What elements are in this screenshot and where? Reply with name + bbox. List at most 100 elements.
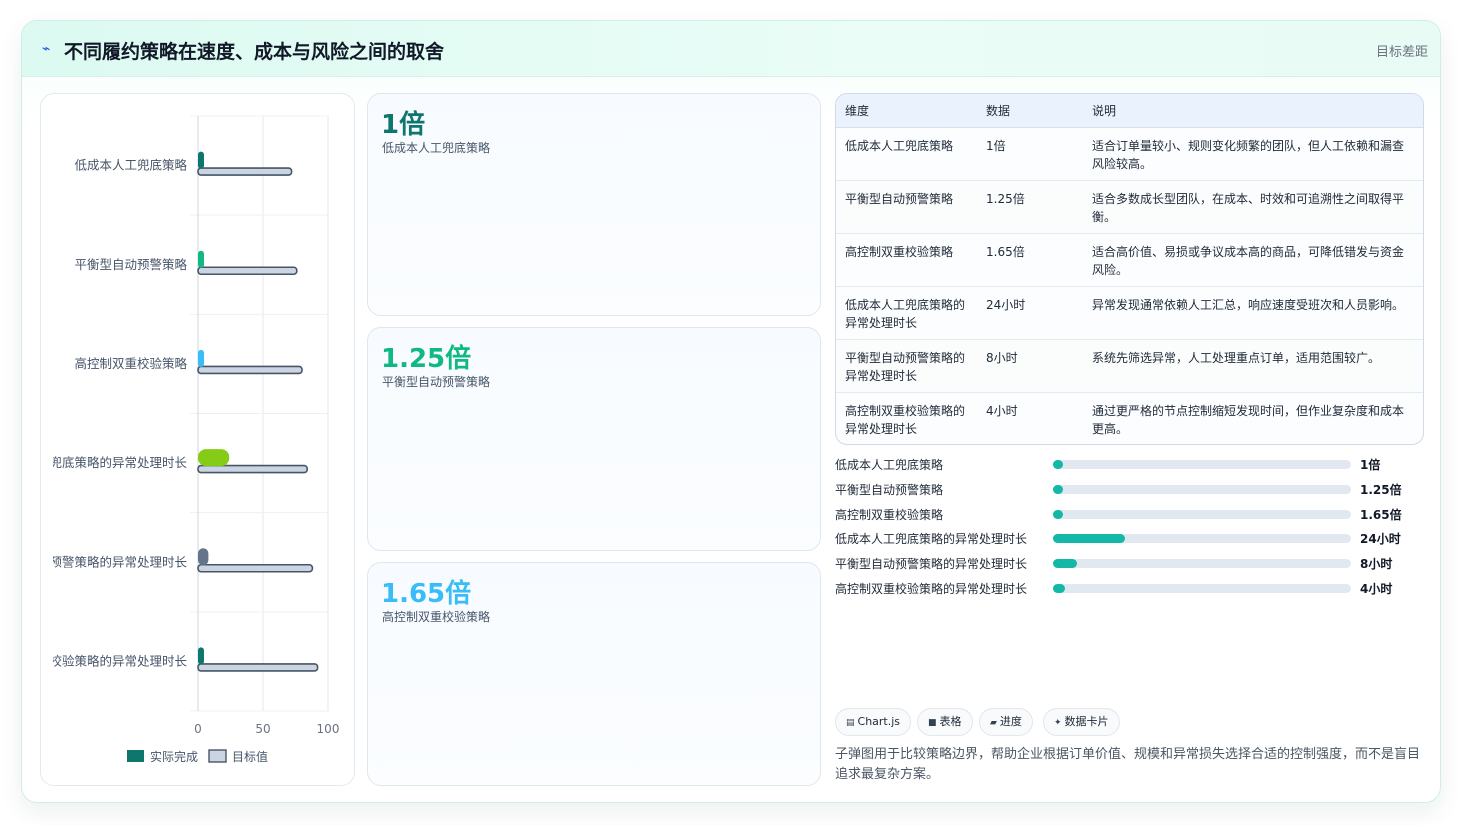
progress-label: 低成本人工兜底策略的异常处理时长 <box>835 532 1028 547</box>
table-cell: 平衡型自动预警策略 <box>836 180 977 234</box>
bullet-chart-panel: 低成本人工兜底策略平衡型自动预警策略高控制双重校验策略低成本人工兜底策略的异常处… <box>40 93 355 786</box>
actual-bar <box>198 647 204 665</box>
progress-value: 1倍 <box>1360 458 1381 472</box>
data-table: 维度 数据 说明 低成本人工兜底策略 1倍 适合订单量较小、规则变化频繁的团队，… <box>835 93 1424 445</box>
table-header-row: 维度 数据 说明 <box>836 94 1423 128</box>
target-bar <box>197 563 314 573</box>
progress-track <box>1053 460 1351 469</box>
progress-value: 24小时 <box>1360 532 1401 547</box>
progress-fill <box>1053 534 1125 544</box>
table-cell: 低成本人工兜底策略 <box>836 127 977 181</box>
table-cell: 低成本人工兜底策略的异常处理时长 <box>836 286 977 340</box>
progress-track <box>1053 559 1351 569</box>
kpi-value: 1.25倍 <box>381 344 472 374</box>
progress-track <box>1053 534 1351 544</box>
actual-bar <box>198 449 230 467</box>
progress-label: 平衡型自动预警策略的异常处理时长 <box>835 557 1028 572</box>
column-header: 维度 <box>836 94 977 128</box>
progress-value: 4小时 <box>1360 581 1393 596</box>
table-row: 低成本人工兜底策略 1倍 适合订单量较小、规则变化频繁的团队，但人工依赖和漏查风… <box>836 127 1423 181</box>
bullet-chart: 低成本人工兜底策略平衡型自动预警策略高控制双重校验策略低成本人工兜底策略的异常处… <box>41 115 340 764</box>
chip-data-card[interactable]: ✦ 数据卡片 <box>1043 708 1120 736</box>
legend-label-target: 目标值 <box>232 749 268 764</box>
target-bar <box>197 365 303 375</box>
column-header: 说明 <box>1083 94 1423 128</box>
category-label: 平衡型自动预警策略的异常处理时长 <box>41 554 187 569</box>
progress-value: 8小时 <box>1360 557 1393 572</box>
chart-icon: ▤ <box>846 718 855 728</box>
sparkle-icon: ✦ <box>1054 718 1062 728</box>
progress-label: 平衡型自动预警策略 <box>835 482 944 497</box>
progress-label: 高控制双重校验策略 <box>835 507 944 522</box>
category-label: 高控制双重校验策略 <box>74 356 187 371</box>
kpi-card-low-cost: 1倍 低成本人工兜底策略 <box>367 93 821 316</box>
progress-row: 平衡型自动预警策略 1.25倍 <box>835 480 1424 505</box>
table-icon: ■ <box>928 718 937 728</box>
category-label: 低成本人工兜底策略 <box>74 158 187 173</box>
table-cell: 1倍 <box>977 127 1083 181</box>
category-label: 高控制双重校验策略的异常处理时长 <box>41 653 187 668</box>
progress-row: 平衡型自动预警策略的异常处理时长 8小时 <box>835 554 1424 579</box>
target-bar <box>197 266 298 276</box>
chip-table[interactable]: ■ 表格 <box>917 708 973 736</box>
table-row: 平衡型自动预警策略 1.25倍 适合多数成长型团队，在成本、时效和可追溯性之间取… <box>836 180 1423 234</box>
target-bar <box>197 167 293 176</box>
chip-progress[interactable]: ▰ 进度 <box>979 708 1033 736</box>
progress-fill <box>1053 583 1065 593</box>
progress-track <box>1053 484 1351 494</box>
progress-icon: ▰ <box>990 718 997 728</box>
progress-row: 低成本人工兜底策略 1倍 <box>835 455 1424 480</box>
kpi-value: 1倍 <box>381 110 426 140</box>
progress-value: 1.65倍 <box>1360 507 1402 522</box>
progress-value: 1.25倍 <box>1360 482 1402 497</box>
chip-chartjs[interactable]: ▤ Chart.js <box>835 708 912 736</box>
kpi-card-high-control: 1.65倍 高控制双重校验策略 <box>367 562 821 786</box>
table-cell: 适合高价值、易损或争议成本高的商品，可降低错发与资金风险。 <box>1083 233 1423 287</box>
main-card: ⌁ 不同履约策略在速度、成本与风险之间的取舍 目标差距 低成本人工兜底策略 平衡型… <box>21 20 1441 803</box>
table-cell: 1.25倍 <box>977 180 1083 234</box>
progress-track <box>1053 509 1351 519</box>
chart-line-icon: ⌁ <box>42 41 51 57</box>
table-cell: 24小时 <box>977 286 1083 340</box>
table-cell: 8小时 <box>977 339 1083 393</box>
legend-label-actual: 实际完成 <box>150 749 198 764</box>
progress-fill <box>1053 460 1063 469</box>
table-row: 高控制双重校验策略 1.65倍 适合高价值、易损或争议成本高的商品，可降低错发与… <box>836 233 1423 287</box>
x-tick-label: 100 <box>317 722 340 736</box>
table-cell: 高控制双重校验策略 <box>836 233 977 287</box>
page-title: 不同履约策略在速度、成本与风险之间的取舍 <box>64 41 445 63</box>
x-tick-label: 50 <box>255 722 270 736</box>
progress-track <box>1053 583 1351 593</box>
x-tick-label: 0 <box>194 722 202 736</box>
actual-bar <box>198 548 209 566</box>
table-cell: 高控制双重校验策略的异常处理时长 <box>845 403 966 436</box>
target-bar <box>197 464 308 474</box>
kpi-label: 低成本人工兜底策略 <box>382 141 491 155</box>
legend-swatch-actual <box>127 750 144 762</box>
table-row: 低成本人工兜底策略的异常处理时长 24小时 异常发现通常依赖人工汇总，响应速度受… <box>836 286 1423 340</box>
progress-row: 低成本人工兜底策略的异常处理时长 24小时 <box>835 529 1424 554</box>
table-cell: 1.65倍 <box>977 233 1083 287</box>
category-label: 低成本人工兜底策略的异常处理时长 <box>41 455 187 470</box>
kpi-label: 平衡型自动预警策略 <box>382 375 491 389</box>
progress-fill <box>1053 484 1063 494</box>
actual-bar <box>198 349 204 367</box>
category-label: 平衡型自动预警策略 <box>74 257 187 272</box>
column-header: 数据 <box>977 94 1083 128</box>
legend-swatch-target <box>208 749 227 763</box>
table-row: 高控制双重校验策略的异常处理时长 4小时 通过更严格的节点控制缩短发现时间，但作… <box>836 392 1423 444</box>
chip-label: Chart.js <box>857 715 901 728</box>
footnote: 子弹图用于比较策略边界，帮助企业根据订单价值、规模和异常损失选择合适的控制强度，… <box>835 747 1421 782</box>
actual-bar <box>198 250 204 268</box>
progress-row: 高控制双重校验策略 1.65倍 <box>835 505 1424 530</box>
table-cell: 系统先筛选异常，人工处理重点订单，适用范围较广。 <box>1083 339 1423 393</box>
table-cell: 平衡型自动预警策略的异常处理时长 <box>836 339 977 393</box>
progress-list: 低成本人工兜底策略 1倍 平衡型自动预警策略 1.25倍 高控制双重校验策略 1… <box>835 455 1424 604</box>
chip-label: 表格 <box>939 715 962 728</box>
kpi-value: 1.65倍 <box>381 579 472 609</box>
table-cell: 异常发现通常依赖人工汇总，响应速度受班次和人员影响。 <box>1083 286 1423 340</box>
table-cell: 4小时 <box>986 403 1018 418</box>
target-gap-tag[interactable]: 目标差距 <box>1376 41 1428 60</box>
progress-label: 低成本人工兜底策略 <box>835 458 944 472</box>
table-cell: 通过更严格的节点控制缩短发现时间，但作业复杂度和成本更高。 <box>1092 403 1405 436</box>
